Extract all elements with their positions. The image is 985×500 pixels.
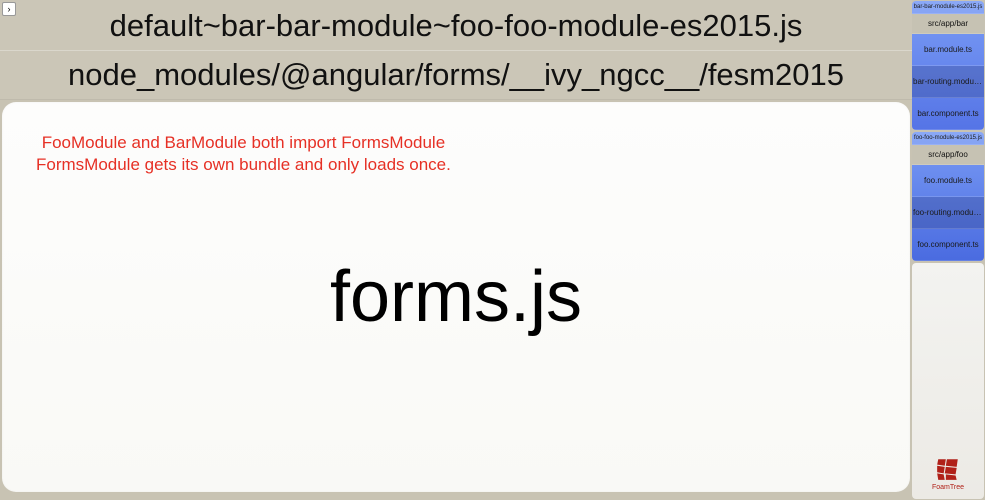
annotation-line-2: FormsModule gets its own bundle and only… [36, 154, 451, 176]
group-path-foo: src/app/foo [912, 145, 984, 165]
bundle-path[interactable]: node_modules/@angular/forms/__ivy_ngcc__… [0, 51, 912, 100]
file-cell[interactable]: bar.component.ts [912, 98, 984, 130]
foamtree-label: FoamTree [932, 484, 964, 491]
sidebar-toggle-button[interactable]: › [2, 2, 16, 16]
sidebar-group-foo[interactable]: foo-foo-module-es2015.js src/app/foo foo… [912, 132, 984, 261]
file-cell[interactable]: bar-routing.module.ts [912, 66, 984, 98]
annotation-line-1: FooModule and BarModule both import Form… [36, 132, 451, 154]
file-cell[interactable]: foo.component.ts [912, 229, 984, 261]
file-label-forms: forms.js [330, 256, 582, 338]
group-title-foo: foo-foo-module-es2015.js [912, 132, 984, 145]
chevron-right-icon: › [8, 4, 11, 14]
annotation-overlay: FooModule and BarModule both import Form… [36, 132, 451, 176]
file-cell[interactable]: foo.module.ts [912, 165, 984, 197]
main-treemap-area: default~bar-bar-module~foo-foo-module-es… [0, 0, 912, 500]
sidebar: bar-bar-module-es2015.js src/app/bar bar… [912, 0, 985, 500]
group-title-bar: bar-bar-module-es2015.js [912, 1, 984, 14]
file-cell[interactable]: bar.module.ts [912, 34, 984, 66]
file-cell[interactable]: foo-routing.module.ts [912, 197, 984, 229]
bundle-title[interactable]: default~bar-bar-module~foo-foo-module-es… [0, 0, 912, 51]
foamtree-logo-box[interactable]: FoamTree [912, 263, 984, 499]
sidebar-group-bar[interactable]: bar-bar-module-es2015.js src/app/bar bar… [912, 1, 984, 130]
treemap-cell-forms[interactable]: FooModule and BarModule both import Form… [2, 102, 910, 492]
group-path-bar: src/app/bar [912, 14, 984, 34]
foamtree-icon [935, 456, 961, 482]
